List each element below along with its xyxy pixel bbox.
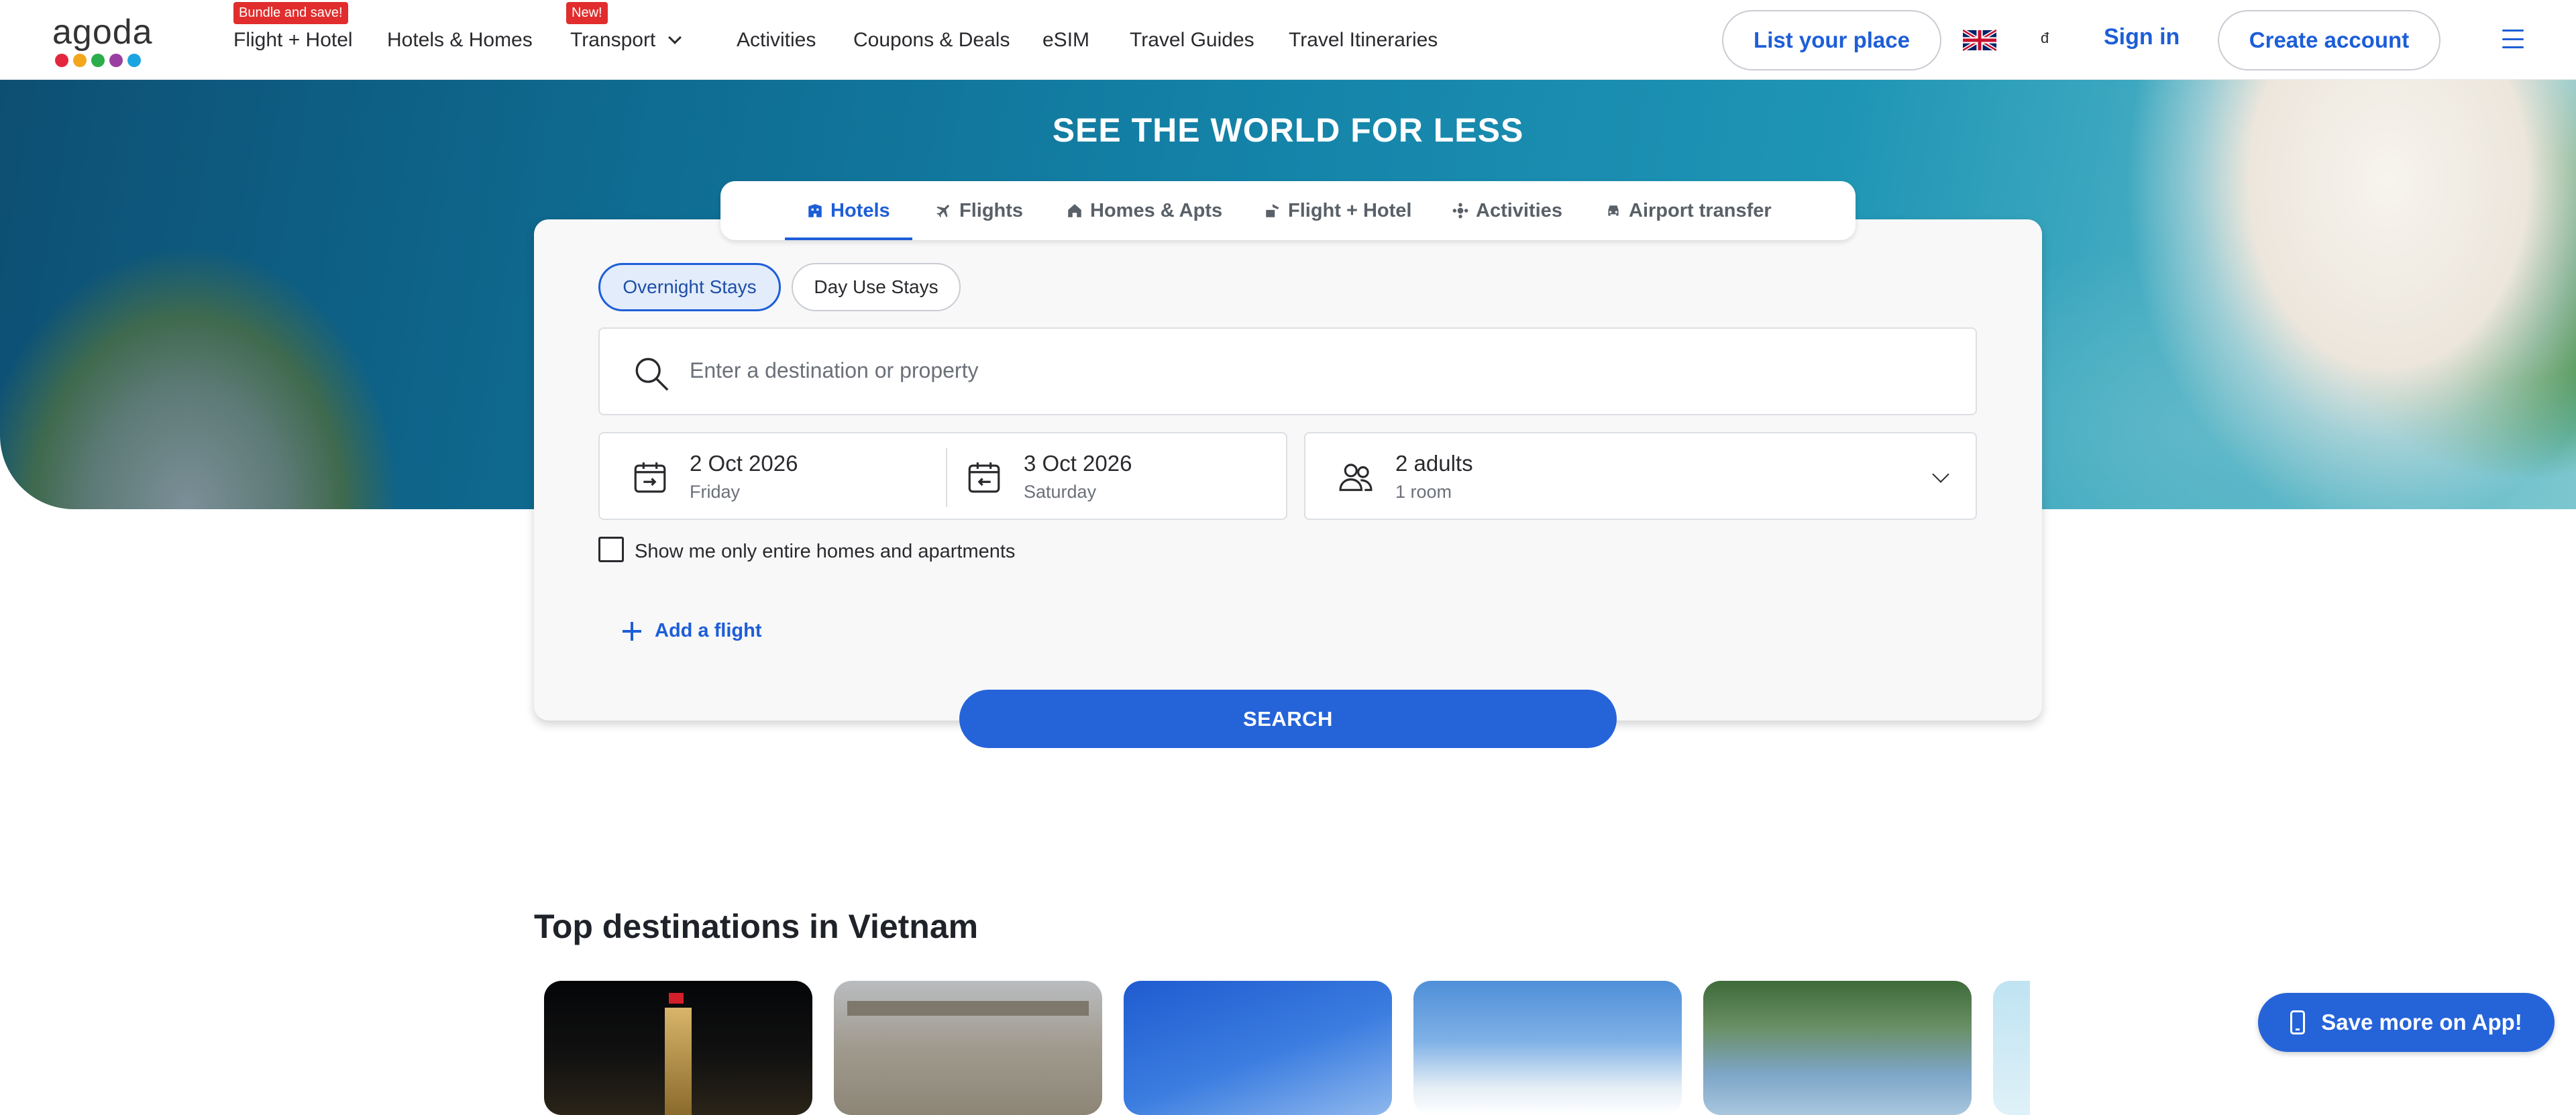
entire-homes-label: Show me only entire homes and apartments xyxy=(635,541,1016,562)
nav-label: eSIM xyxy=(1042,28,1090,51)
destination-card[interactable] xyxy=(1124,981,1392,1115)
uk-flag-icon[interactable] xyxy=(1963,28,1996,52)
logo-wordmark: agoda xyxy=(52,13,153,52)
nav-activities[interactable]: Activities xyxy=(737,0,816,80)
agoda-logo[interactable]: agoda xyxy=(52,15,153,68)
sign-in-link[interactable]: Sign in xyxy=(2104,24,2180,50)
logo-dot-blue xyxy=(127,54,141,67)
nav-hotels-homes[interactable]: Hotels & Homes xyxy=(387,0,533,80)
nav-coupons-deals[interactable]: Coupons & Deals xyxy=(853,0,1010,80)
checkin-day: Friday xyxy=(690,482,741,502)
activities-icon xyxy=(1452,203,1468,219)
top-navbar: agoda Bundle and save! Flight + Hotel Ho… xyxy=(0,0,2576,80)
checkin-calendar-icon xyxy=(634,462,666,493)
checkout-date: 3 Oct 2026 xyxy=(1024,451,1132,476)
nav-esim[interactable]: eSIM xyxy=(1042,0,1089,80)
nav-label: Travel Itineraries xyxy=(1289,28,1438,51)
tab-flight-hotel[interactable]: Flight + Hotel xyxy=(1264,181,1411,240)
logo-dot-green xyxy=(91,54,105,67)
destination-card[interactable] xyxy=(834,981,1102,1115)
tab-hotels[interactable]: Hotels xyxy=(806,181,890,240)
nav-label: Travel Guides xyxy=(1130,28,1254,51)
chevron-down-icon xyxy=(668,30,682,44)
add-flight-label: Add a flight xyxy=(655,620,762,641)
checkin-date: 2 Oct 2026 xyxy=(690,451,798,476)
search-icon xyxy=(635,358,669,391)
nav-label: Activities xyxy=(737,28,816,51)
logo-dot-red xyxy=(55,54,68,67)
top-destinations-title: Top destinations in Vietnam xyxy=(534,908,979,945)
tab-label: Hotels xyxy=(830,199,890,221)
chevron-down-icon xyxy=(1932,466,1949,483)
destination-card[interactable] xyxy=(1413,981,1682,1115)
guests-adults: 2 adults xyxy=(1395,451,1473,476)
search-button[interactable]: SEARCH xyxy=(959,690,1617,748)
nav-travel-guides[interactable]: Travel Guides xyxy=(1130,0,1254,80)
date-range-picker[interactable]: 2 Oct 2026 Friday 3 Oct 2026 Saturday xyxy=(598,432,1287,520)
destination-image xyxy=(665,1008,692,1115)
plane-icon xyxy=(936,205,949,217)
phone-icon xyxy=(2290,1010,2306,1034)
destination-input[interactable]: Enter a destination or property xyxy=(598,327,1977,415)
tab-label: Flights xyxy=(959,199,1024,221)
destination-card[interactable] xyxy=(544,981,812,1115)
nav-label: Transport xyxy=(570,28,656,51)
car-icon xyxy=(1608,205,1619,216)
hero-title: SEE THE WORLD FOR LESS xyxy=(1052,111,1524,149)
active-tab-indicator xyxy=(785,237,912,240)
entire-homes-checkbox[interactable] xyxy=(598,537,624,562)
hotel-icon xyxy=(808,204,822,217)
currency-selector[interactable]: đ xyxy=(2041,30,2049,47)
nav-flight-hotel[interactable]: Bundle and save! Flight + Hotel xyxy=(233,0,353,80)
tab-label: Homes & Apts xyxy=(1090,199,1223,221)
create-account-button[interactable]: Create account xyxy=(2218,10,2440,70)
overnight-stays-toggle[interactable]: Overnight Stays xyxy=(598,263,781,311)
nav-label: Hotels & Homes xyxy=(387,28,533,51)
tab-airport-transfer[interactable]: Airport transfer xyxy=(1605,181,1772,240)
logo-dot-purple xyxy=(109,54,123,67)
tab-label: Airport transfer xyxy=(1629,199,1772,221)
tab-homes-apts[interactable]: Homes & Apts xyxy=(1066,181,1222,240)
people-icon xyxy=(1339,464,1373,491)
tab-label: Activities xyxy=(1476,199,1562,221)
destination-card[interactable] xyxy=(1993,981,2030,1115)
checkout-calendar-icon xyxy=(968,462,1000,493)
guests-selector[interactable]: 2 adults 1 room xyxy=(1304,432,1977,520)
search-tabs: Hotels Flights Homes & Apts Flight + Hot… xyxy=(720,181,1856,240)
save-more-app-button[interactable]: Save more on App! xyxy=(2258,993,2555,1052)
new-badge: New! xyxy=(566,2,608,24)
destination-placeholder: Enter a destination or property xyxy=(690,358,979,382)
nav-travel-itineraries[interactable]: Travel Itineraries xyxy=(1289,0,1438,80)
hamburger-icon[interactable] xyxy=(2502,30,2524,48)
nav-label: Flight + Hotel xyxy=(233,28,353,51)
destination-card[interactable] xyxy=(1703,981,1972,1115)
app-promo-label: Save more on App! xyxy=(2321,1010,2522,1034)
guests-rooms: 1 room xyxy=(1395,482,1452,502)
add-flight-button[interactable]: Add a flight xyxy=(623,620,761,642)
flag-icon xyxy=(669,993,684,1004)
nav-label: Coupons & Deals xyxy=(853,28,1010,51)
date-divider xyxy=(946,448,947,507)
logo-dots xyxy=(55,54,153,67)
list-your-place-button[interactable]: List your place xyxy=(1722,10,1941,70)
checkout-day: Saturday xyxy=(1024,482,1097,502)
destination-image xyxy=(847,1001,1089,1016)
home-icon xyxy=(1068,204,1081,217)
logo-dot-orange xyxy=(73,54,87,67)
flight-hotel-icon xyxy=(1266,204,1279,217)
bundle-badge: Bundle and save! xyxy=(233,2,348,24)
tab-activities[interactable]: Activities xyxy=(1452,181,1562,240)
tab-label: Flight + Hotel xyxy=(1288,199,1412,221)
day-use-stays-toggle[interactable]: Day Use Stays xyxy=(792,263,961,311)
tab-flights[interactable]: Flights xyxy=(935,181,1023,240)
plus-icon xyxy=(623,621,641,641)
nav-transport[interactable]: New! Transport xyxy=(566,0,682,80)
